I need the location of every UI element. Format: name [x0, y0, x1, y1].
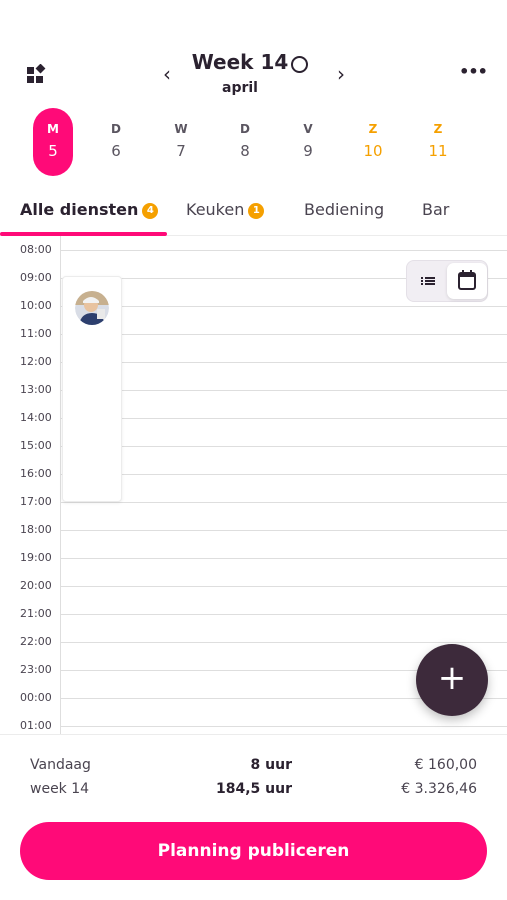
circle-status-icon [291, 56, 308, 73]
day-letter: V [303, 122, 313, 136]
time-label: 21:00 [20, 607, 52, 620]
day-number: 9 [303, 142, 313, 160]
time-label: 18:00 [20, 523, 52, 536]
hour-gridline [60, 642, 507, 643]
day-number: 5 [48, 142, 58, 160]
day-thursday[interactable]: D 8 [225, 108, 265, 176]
day-letter: M [47, 122, 59, 136]
tab-label: Keuken [186, 200, 245, 219]
day-number: 10 [363, 142, 383, 160]
tab-keuken[interactable]: Keuken 1 [186, 200, 265, 219]
day-letter: Z [368, 122, 378, 136]
tab-bediening[interactable]: Bediening [304, 200, 384, 219]
summary-amount: € 3.326,46 [401, 781, 477, 797]
day-wednesday[interactable]: W 7 [161, 108, 201, 176]
previous-week-button[interactable]: ‹ [156, 62, 178, 86]
day-sunday[interactable]: Z 11 [418, 108, 458, 176]
hour-gridline [60, 446, 507, 447]
grid-icon[interactable] [26, 63, 46, 84]
time-label: 12:00 [20, 355, 52, 368]
count-badge: 1 [248, 203, 265, 219]
more-options-button[interactable]: ••• [458, 62, 488, 82]
hours-summary: Vandaag 8 uur € 160,00 week 14 184,5 uur… [0, 734, 507, 814]
time-label: 23:00 [20, 663, 52, 676]
day-number: 7 [176, 142, 186, 160]
week-title: Week 14 [191, 50, 289, 74]
day-number: 11 [428, 142, 448, 160]
hour-gridline [60, 418, 507, 419]
time-row: 20:00 [0, 572, 507, 600]
time-label: 17:00 [20, 495, 52, 508]
day-letter: W [174, 122, 188, 136]
hour-gridline [60, 362, 507, 363]
tab-bar[interactable]: Bar [422, 200, 449, 219]
day-monday[interactable]: M 5 [33, 108, 73, 176]
tab-label: Alle diensten [20, 200, 139, 219]
summary-hours: 8 uur [250, 757, 292, 773]
calendar-icon[interactable] [447, 263, 487, 299]
hour-gridline [60, 306, 507, 307]
time-label: 16:00 [20, 467, 52, 480]
day-letter: D [111, 122, 121, 136]
day-saturday[interactable]: Z 10 [353, 108, 393, 176]
time-label: 20:00 [20, 579, 52, 592]
hour-gridline [60, 530, 507, 531]
day-letter: D [240, 122, 250, 136]
count-badge: 4 [142, 203, 159, 219]
day-selector: M 5 D 6 W 7 D 8 V 9 Z 10 Z 11 [0, 108, 507, 178]
day-number: 8 [240, 142, 250, 160]
hour-gridline [60, 586, 507, 587]
header: ‹ Week 14 april › ••• [0, 0, 507, 110]
summary-week-row: week 14 184,5 uur € 3.326,46 [0, 781, 507, 803]
summary-label: Vandaag [30, 757, 91, 773]
time-label: 01:00 [20, 719, 52, 732]
time-row: 21:00 [0, 600, 507, 628]
day-friday[interactable]: V 9 [288, 108, 328, 176]
hour-gridline [60, 558, 507, 559]
time-label: 10:00 [20, 299, 52, 312]
time-row: 01:00 [0, 712, 507, 734]
hour-gridline [60, 502, 507, 503]
time-label: 15:00 [20, 439, 52, 452]
hour-gridline [60, 334, 507, 335]
list-icon[interactable] [409, 263, 447, 299]
summary-today-row: Vandaag 8 uur € 160,00 [0, 757, 507, 779]
time-label: 19:00 [20, 551, 52, 564]
hour-gridline [60, 390, 507, 391]
hour-gridline [60, 614, 507, 615]
time-label: 13:00 [20, 383, 52, 396]
tab-alle-diensten[interactable]: Alle diensten 4 [20, 200, 159, 219]
time-row: 19:00 [0, 544, 507, 572]
summary-label: week 14 [30, 781, 90, 797]
time-row: 18:00 [0, 516, 507, 544]
hour-gridline [60, 474, 507, 475]
avatar [75, 291, 109, 325]
add-shift-button[interactable]: + [416, 644, 488, 716]
department-tabs: Alle diensten 4 Keuken 1 Bediening Bar [0, 190, 507, 236]
time-label: 11:00 [20, 327, 52, 340]
summary-hours: 184,5 uur [216, 781, 292, 797]
time-label: 14:00 [20, 411, 52, 424]
shift-block[interactable] [62, 276, 122, 502]
time-label: 09:00 [20, 271, 52, 284]
day-number: 6 [111, 142, 121, 160]
time-label: 22:00 [20, 635, 52, 648]
month-label: april [222, 80, 258, 96]
publish-schedule-button[interactable]: Planning publiceren [20, 822, 487, 880]
tab-label: Bar [422, 200, 450, 219]
day-tuesday[interactable]: D 6 [96, 108, 136, 176]
hour-gridline [60, 250, 507, 251]
summary-amount: € 160,00 [414, 757, 477, 773]
time-label: 08:00 [20, 243, 52, 256]
day-letter: Z [433, 122, 443, 136]
tab-label: Bediening [304, 200, 385, 219]
hour-gridline [60, 726, 507, 727]
time-label: 00:00 [20, 691, 52, 704]
view-toggle [406, 260, 488, 302]
next-week-button[interactable]: › [330, 62, 352, 86]
